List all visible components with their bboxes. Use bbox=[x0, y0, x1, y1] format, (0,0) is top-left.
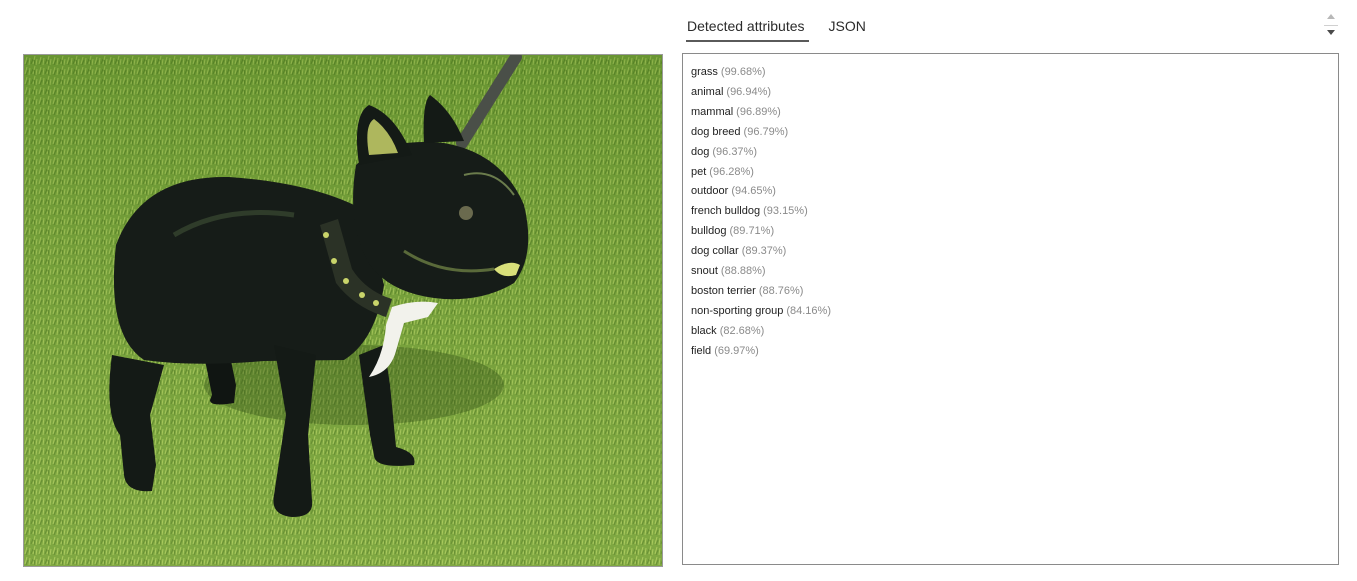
attribute-name: dog collar bbox=[691, 245, 739, 258]
attribute-name: mammal bbox=[691, 105, 734, 118]
attribute-score: (69.97%) bbox=[714, 344, 759, 357]
tab-json[interactable]: JSON bbox=[825, 12, 870, 40]
attribute-item: outdoor (94.65%) bbox=[691, 182, 1330, 202]
attribute-score: (96.79%) bbox=[743, 125, 789, 138]
attribute-name: french bulldog bbox=[691, 205, 761, 218]
attribute-item: grass (99.68%) bbox=[691, 63, 1330, 83]
attribute-score: (88.76%) bbox=[758, 284, 804, 297]
attribute-name: pet bbox=[691, 165, 707, 178]
attribute-score: (96.89%) bbox=[736, 105, 781, 118]
attribute-name: dog bbox=[691, 145, 710, 158]
result-tabs: Detected attributes JSON bbox=[683, 12, 880, 44]
attribute-item: black (82.68%) bbox=[691, 322, 1330, 342]
attribute-name: grass bbox=[691, 66, 718, 78]
analysis-page: Detected attributes JSON grass (99.68%) a… bbox=[0, 0, 1357, 581]
attribute-score: (82.68%) bbox=[719, 324, 765, 337]
attribute-score: (94.65%) bbox=[731, 185, 776, 198]
attribute-name: black bbox=[691, 324, 717, 337]
scroll-up-icon[interactable] bbox=[1327, 14, 1335, 19]
spinner-divider bbox=[1324, 25, 1338, 26]
attribute-item: snout (88.88%) bbox=[691, 262, 1330, 282]
attribute-name: dog breed bbox=[691, 125, 741, 138]
attribute-score: (96.28%) bbox=[709, 165, 754, 178]
tab-detected-attributes[interactable]: Detected attributes bbox=[683, 12, 809, 42]
attribute-item: mammal (96.89%) bbox=[691, 103, 1330, 123]
attribute-item: non-sporting group (84.16%) bbox=[691, 302, 1330, 322]
attribute-item: animal (96.94%) bbox=[691, 83, 1330, 103]
attribute-name: animal bbox=[691, 85, 724, 98]
attribute-item: dog collar (89.37%) bbox=[691, 242, 1330, 262]
attribute-score: (96.37%) bbox=[712, 145, 757, 158]
attribute-name: field bbox=[691, 344, 712, 357]
attribute-name: boston terrier bbox=[691, 284, 756, 297]
attribute-item: french bulldog (93.15%) bbox=[691, 202, 1330, 222]
attribute-item: boston terrier (88.76%) bbox=[691, 282, 1330, 302]
attribute-score: (89.71%) bbox=[729, 225, 775, 238]
attribute-score: (88.88%) bbox=[720, 265, 766, 278]
attribute-name: snout bbox=[691, 265, 718, 278]
attribute-score: (96.94%) bbox=[726, 85, 772, 98]
attributes-list: grass (99.68%) animal (96.94%) mammal (96.8… bbox=[691, 63, 1330, 362]
attribute-item: pet (96.28%) bbox=[691, 163, 1330, 183]
attributes-panel: grass (99.68%) animal (96.94%) mammal (96.8… bbox=[682, 53, 1339, 565]
attribute-item: bulldog (89.71%) bbox=[691, 222, 1330, 242]
analyzed-image bbox=[23, 54, 663, 567]
attribute-score: (89.37%) bbox=[741, 245, 787, 258]
attribute-name: bulldog bbox=[691, 225, 727, 238]
attribute-item: field (69.97%) bbox=[691, 342, 1330, 362]
scroll-spinner[interactable] bbox=[1324, 12, 1338, 40]
scroll-down-icon[interactable] bbox=[1327, 30, 1335, 35]
attribute-item: dog (96.37%) bbox=[691, 143, 1330, 163]
attribute-item: dog breed (96.79%) bbox=[691, 123, 1330, 143]
attribute-score: (84.16%) bbox=[786, 304, 831, 317]
attribute-name: non-sporting group bbox=[691, 304, 784, 317]
attribute-name: outdoor bbox=[691, 185, 729, 198]
attribute-score: (93.15%) bbox=[763, 205, 808, 218]
attribute-score: (99.68%) bbox=[720, 66, 766, 78]
